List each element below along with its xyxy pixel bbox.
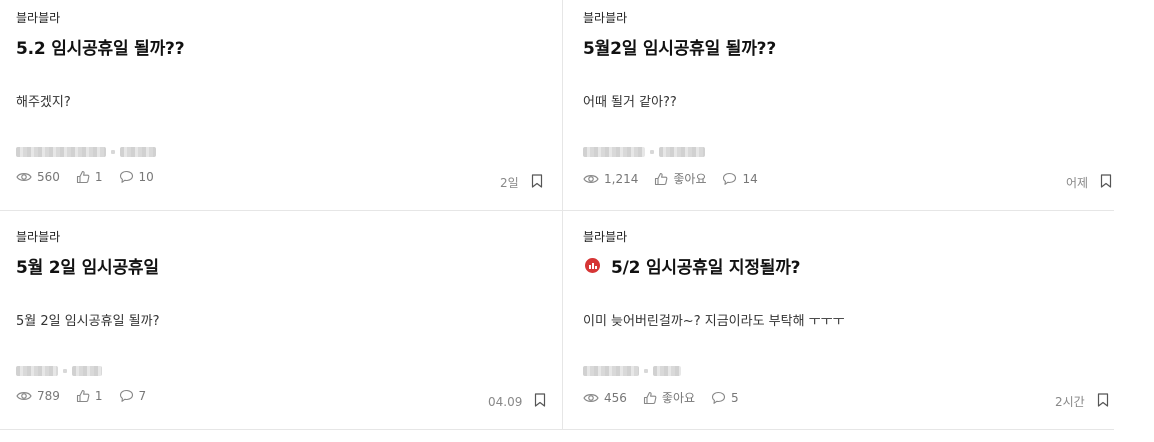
blurred-author-name bbox=[653, 366, 681, 376]
trending-chart-icon bbox=[585, 258, 600, 273]
thumbs-up-icon bbox=[76, 389, 90, 403]
post-time: 2시간 bbox=[1055, 395, 1085, 409]
post-title[interactable]: 5/2 임시공휴일 지정될까? bbox=[583, 253, 801, 278]
post-card[interactable]: 블라블라 5.2 임시공휴일 될까?? 해주겠지? 560 1 10 2일 bbox=[0, 0, 563, 211]
view-count: 456 bbox=[583, 391, 627, 405]
post-stats: 1,214 좋아요 14 bbox=[583, 170, 774, 187]
post-time: 2일 bbox=[500, 176, 519, 190]
post-title-text[interactable]: 5/2 임시공휴일 지정될까? bbox=[611, 253, 801, 278]
post-title[interactable]: 5월2일 임시공휴일 될까?? bbox=[583, 34, 776, 59]
post-title[interactable]: 5월 2일 임시공휴일 bbox=[16, 253, 159, 278]
post-stats: 456 좋아요 5 bbox=[583, 389, 755, 406]
comment-icon bbox=[723, 172, 737, 185]
blurred-author-name bbox=[72, 366, 102, 376]
thumbs-up-icon bbox=[76, 170, 90, 184]
comment-count[interactable]: 10 bbox=[119, 170, 154, 184]
author-info-blurred bbox=[583, 365, 681, 377]
blur-separator bbox=[650, 150, 654, 154]
bookmark-button[interactable] bbox=[1097, 393, 1109, 410]
post-time: 어제 bbox=[1066, 176, 1089, 190]
comment-count-value: 14 bbox=[742, 171, 758, 186]
blurred-author-name bbox=[120, 147, 156, 157]
bookmark-icon bbox=[1097, 393, 1108, 407]
post-card[interactable]: 블라블라 5/2 임시공휴일 지정될까? 이미 늦어버린걸까~? 지금이라도 부… bbox=[563, 211, 1114, 430]
eye-icon bbox=[583, 393, 599, 402]
post-topic[interactable]: 블라블라 bbox=[16, 9, 60, 26]
post-preview[interactable]: 어때 될거 같아?? bbox=[583, 91, 677, 110]
like-count-value: 1 bbox=[94, 389, 103, 403]
like-count-value: 좋아요 bbox=[661, 391, 696, 405]
comment-count[interactable]: 7 bbox=[119, 389, 147, 403]
view-count-value: 456 bbox=[604, 390, 627, 405]
view-count: 789 bbox=[16, 389, 60, 403]
post-topic[interactable]: 블라블라 bbox=[583, 228, 627, 245]
post-title[interactable]: 5.2 임시공휴일 될까?? bbox=[16, 34, 185, 59]
post-stats: 560 1 10 bbox=[16, 170, 170, 184]
thumbs-up-icon bbox=[643, 391, 657, 404]
view-count-value: 560 bbox=[37, 170, 60, 184]
post-topic[interactable]: 블라블라 bbox=[16, 228, 60, 245]
blur-separator bbox=[63, 369, 67, 373]
like-button[interactable]: 좋아요 bbox=[643, 389, 695, 406]
comment-icon bbox=[119, 170, 133, 183]
post-card[interactable]: 블라블라 5월2일 임시공휴일 될까?? 어때 될거 같아?? 1,214 좋아… bbox=[563, 0, 1114, 211]
blurred-author-name bbox=[659, 147, 705, 157]
view-count: 1,214 bbox=[583, 172, 638, 186]
blur-separator bbox=[111, 150, 115, 154]
post-grid: 블라블라 5.2 임시공휴일 될까?? 해주겠지? 560 1 10 2일 블라… bbox=[0, 0, 1114, 430]
post-stats: 789 1 7 bbox=[16, 389, 162, 403]
bookmark-button[interactable] bbox=[534, 393, 546, 410]
view-count-value: 1,214 bbox=[604, 171, 639, 186]
eye-icon bbox=[16, 392, 32, 400]
post-title-text[interactable]: 5월2일 임시공휴일 될까?? bbox=[583, 34, 776, 59]
thumbs-up-icon bbox=[655, 172, 668, 185]
blurred-author-company bbox=[16, 366, 58, 376]
post-topic[interactable]: 블라블라 bbox=[583, 9, 627, 26]
blurred-author-company bbox=[16, 147, 106, 157]
like-button[interactable]: 1 bbox=[76, 170, 103, 184]
view-count: 560 bbox=[16, 170, 60, 184]
bookmark-button[interactable] bbox=[531, 174, 543, 191]
comment-count[interactable]: 5 bbox=[711, 391, 739, 405]
author-info-blurred bbox=[16, 365, 102, 377]
comment-count-value: 5 bbox=[731, 390, 739, 405]
post-meta-right: 2시간 bbox=[1055, 393, 1109, 410]
blurred-author-company bbox=[583, 147, 645, 157]
eye-icon bbox=[16, 173, 32, 181]
eye-icon bbox=[583, 174, 599, 183]
post-title-text[interactable]: 5.2 임시공휴일 될까?? bbox=[16, 34, 185, 59]
comment-count[interactable]: 14 bbox=[722, 171, 758, 186]
bookmark-icon bbox=[535, 393, 546, 407]
blurred-author-company bbox=[583, 366, 639, 376]
view-count-value: 789 bbox=[37, 389, 60, 403]
comment-icon bbox=[119, 389, 133, 402]
post-preview[interactable]: 해주겠지? bbox=[16, 91, 71, 110]
post-title-text[interactable]: 5월 2일 임시공휴일 bbox=[16, 253, 159, 278]
comment-count-value: 7 bbox=[138, 389, 147, 403]
author-info-blurred bbox=[16, 146, 156, 158]
post-preview[interactable]: 5월 2일 임시공휴일 될까? bbox=[16, 310, 159, 329]
like-button[interactable]: 1 bbox=[76, 389, 103, 403]
like-count-value: 1 bbox=[94, 170, 103, 184]
bookmark-icon bbox=[531, 174, 542, 188]
author-info-blurred bbox=[583, 146, 705, 158]
post-meta-right: 2일 bbox=[500, 174, 543, 191]
bookmark-button[interactable] bbox=[1100, 174, 1112, 191]
bookmark-icon bbox=[1100, 174, 1112, 188]
blur-separator bbox=[644, 369, 648, 373]
post-preview[interactable]: 이미 늦어버린걸까~? 지금이라도 부탁해 ㅜㅜㅜ bbox=[583, 310, 845, 329]
post-time: 04.09 bbox=[488, 394, 523, 409]
like-count-value: 좋아요 bbox=[673, 172, 707, 186]
comment-count-value: 10 bbox=[138, 170, 154, 184]
like-button[interactable]: 좋아요 bbox=[654, 170, 706, 187]
post-meta-right: 어제 bbox=[1066, 174, 1112, 191]
comment-icon bbox=[711, 391, 726, 404]
post-meta-right: 04.09 bbox=[488, 393, 546, 410]
post-card[interactable]: 블라블라 5월 2일 임시공휴일 5월 2일 임시공휴일 될까? 789 1 7… bbox=[0, 211, 563, 430]
